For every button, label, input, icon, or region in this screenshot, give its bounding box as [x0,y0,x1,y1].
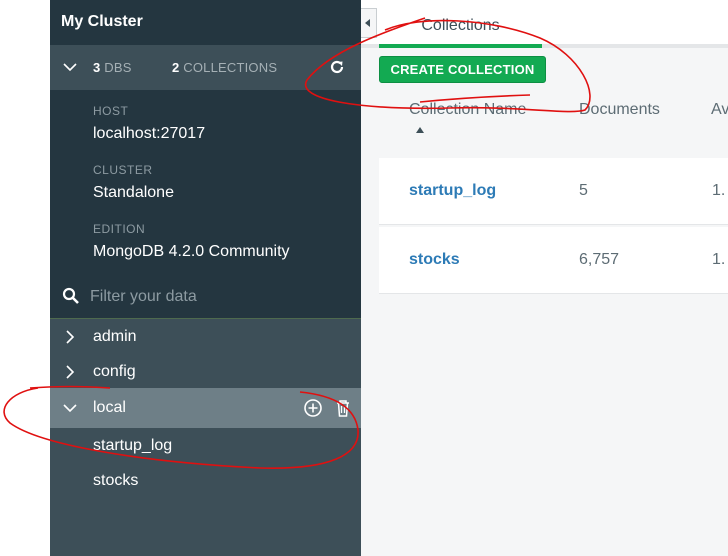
column-header-avg[interactable]: Av [711,101,728,119]
document-count: 6,757 [579,251,620,268]
collections-count: 2 [172,60,180,75]
sidebar-collection-stocks[interactable]: stocks [50,464,361,498]
tab-bar: Collections [361,0,728,48]
edition-value: MongoDB 4.2.0 Community [93,243,290,260]
chevron-right-icon[interactable] [62,329,78,345]
create-collection-button[interactable]: CREATE COLLECTION [379,56,546,83]
caret-left-icon [365,19,370,27]
cluster-type-label: CLUSTER [93,163,153,177]
sidebar-db-config[interactable]: config [50,354,361,390]
cluster-title: My Cluster [61,13,143,30]
cluster-type-value: Standalone [93,184,174,201]
search-icon [62,287,79,304]
collections-count-stat: 2 COLLECTIONS [172,60,277,75]
edition-label: EDITION [93,222,146,236]
avg-doc-size: 1. [712,251,726,268]
cluster-header: My Cluster [50,0,361,45]
column-header-collection-name[interactable]: Collection Name [409,101,526,119]
table-row: startup_log 5 1. [379,158,728,225]
dbs-label: DBS [104,60,132,75]
filter-bar [50,276,361,319]
chevron-down-icon[interactable] [62,59,78,75]
sidebar: My Cluster 3 DBS 2 COLLECTIONS HOST loca… [50,0,361,556]
main-panel: Collections CREATE COLLECTION Collection… [361,0,728,556]
sidebar-collection-startup-log[interactable]: startup_log [50,429,361,463]
cluster-info: HOST localhost:27017 CLUSTER Standalone … [50,90,361,276]
delete-database-icon[interactable] [335,398,351,418]
column-header-documents[interactable]: Documents [579,101,660,119]
sidebar-db-local[interactable]: local [50,388,361,428]
host-value: localhost:27017 [93,125,206,142]
document-count: 5 [579,182,588,199]
dbs-count: 3 [93,60,101,75]
sort-ascending-icon[interactable] [416,127,424,133]
sidebar-db-admin[interactable]: admin [50,319,361,355]
avg-doc-size: 1. [712,182,726,199]
db-label: config [93,363,136,380]
chevron-right-icon[interactable] [62,364,78,380]
collapse-sidebar-button[interactable] [361,8,377,38]
tab-collections[interactable]: Collections [379,0,542,48]
collections-label: COLLECTIONS [183,60,278,75]
refresh-icon[interactable] [328,58,346,76]
collection-label: stocks [93,472,139,489]
chevron-down-icon[interactable] [62,400,78,416]
collection-label: startup_log [93,437,173,454]
db-label: local [93,399,126,416]
cluster-stats-row[interactable]: 3 DBS 2 COLLECTIONS [50,45,361,90]
collection-name-link[interactable]: startup_log [409,182,496,200]
collection-name-link[interactable]: stocks [409,251,460,269]
filter-input[interactable] [90,286,350,308]
host-label: HOST [93,104,129,118]
dbs-count-stat: 3 DBS [93,60,132,75]
table-row: stocks 6,757 1. [379,227,728,294]
add-collection-icon[interactable] [303,398,323,418]
tab-label: Collections [421,17,500,34]
db-label: admin [93,328,137,345]
